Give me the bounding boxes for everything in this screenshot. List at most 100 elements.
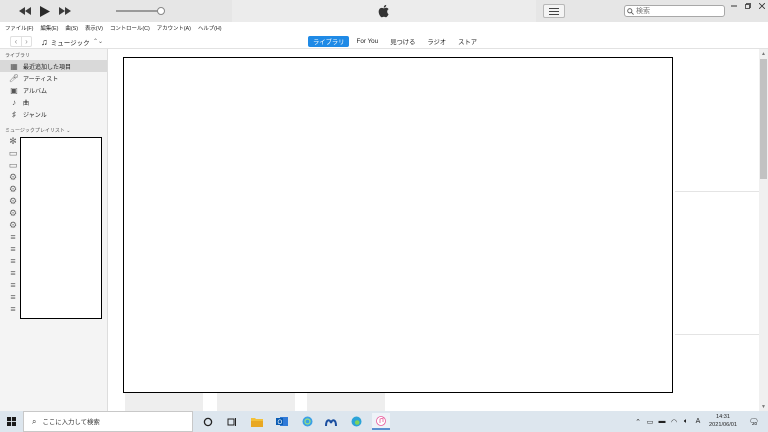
folder-icon[interactable]: ▭ [8,160,18,170]
playlist-icon[interactable]: ≡ [8,244,18,254]
album-artwork-tile[interactable] [307,391,385,411]
gear-icon[interactable]: ⚙ [8,196,18,206]
sidebar-item-label: ジャンル [23,112,47,119]
library-heading: ライブラリ [5,53,31,59]
windows-taskbar: ⌕ ここに入力して検索 O ⌃ ▭ ▬ ◠ 🔈︎ A 14:31 2021/06… [0,411,768,432]
scroll-down-icon[interactable]: ▼ [759,402,768,411]
chevron-up-icon[interactable]: ⌃ [632,411,644,432]
title-bar [0,0,768,22]
player-controls [0,0,232,22]
scrollbar-thumb[interactable] [760,59,767,179]
taskbar-search-box[interactable]: ⌕ ここに入力して検索 [23,411,193,432]
sidebar-item-genres[interactable]: ♯ ジャンル [0,108,107,120]
forward-button[interactable]: › [21,36,32,47]
file-explorer-icon[interactable] [248,413,266,430]
tab-radio[interactable]: ラジオ [422,36,451,47]
folder-icon[interactable]: ▭ [8,148,18,158]
cortana-icon[interactable] [199,413,217,430]
genre-icon: ♯ [12,109,16,119]
playlist-icon[interactable]: ≡ [8,268,18,278]
microphone-icon: 🎤︎ [8,73,20,83]
chevron-left-icon: ‹ [14,37,18,46]
app-icon[interactable] [322,413,340,430]
playlists-heading[interactable]: ミュージックプレイリスト ⌄ [5,127,71,134]
rewind-icon [19,7,31,15]
sidebar-item-recently-added[interactable]: ▦ 最近追加した項目 [0,60,107,72]
playlist-icon[interactable]: ≡ [8,232,18,242]
clock-time: 14:31 [716,414,730,420]
sidebar-item-artists[interactable]: 🎤︎ アーティスト [0,72,107,84]
minimize-button[interactable] [727,0,741,12]
section-divider [675,191,759,192]
tab-browse[interactable]: 見つける [385,36,420,47]
up-next-button[interactable] [543,4,565,18]
updown-chevron-icon: ⌃⌄ [92,39,103,45]
sidebar-item-songs[interactable]: ♪ 曲 [0,96,107,108]
ime-indicator[interactable]: A [692,411,704,432]
media-kind-select[interactable]: ♫ ミュージック ⌃⌄ [41,36,103,47]
album-artwork-tile[interactable] [125,391,203,411]
minimize-icon [731,5,737,7]
close-button[interactable] [755,0,768,12]
volume-slider-track[interactable] [116,10,160,12]
playlist-icon[interactable]: ≡ [8,304,18,314]
rewind-button[interactable] [16,3,34,19]
sidebar: ライブラリ ▦ 最近追加した項目 🎤︎ アーティスト ▣ アルバム ♪ 曲 ♯ … [0,49,108,411]
menu-help[interactable]: ヘルプ(H) [198,24,222,32]
windows-logo-icon [6,417,16,426]
taskbar-search-placeholder: ここに入力して検索 [42,419,100,426]
tab-store[interactable]: ストア [453,36,482,47]
restore-icon [745,3,751,9]
genius-icon[interactable]: ✻ [8,136,18,146]
wifi-icon[interactable]: ◠ [668,411,680,432]
maximize-button[interactable] [741,0,755,12]
volume-icon[interactable]: 🔈︎ [680,411,692,432]
skype-icon[interactable] [298,413,316,430]
playlist-icon[interactable]: ≡ [8,256,18,266]
menu-file[interactable]: ファイル(F) [5,24,33,32]
start-button[interactable] [0,411,22,432]
gear-icon[interactable]: ⚙ [8,220,18,230]
scroll-up-icon[interactable]: ▲ [759,49,768,58]
menu-account[interactable]: アカウント(A) [157,24,191,32]
sidebar-item-label: 最近追加した項目 [23,64,72,71]
music-note-icon: ♪ [12,97,16,107]
search-icon: ⌕ [32,416,37,426]
sidebar-item-label: 曲 [23,100,30,107]
close-icon [759,3,765,9]
album-artwork-tile[interactable] [217,391,295,411]
battery-icon[interactable]: ▬ [656,411,668,432]
menu-edit[interactable]: 編集(E) [40,24,58,32]
network-icon[interactable]: ▭ [644,411,656,432]
outlook-icon[interactable]: O [273,413,291,430]
gear-icon[interactable]: ⚙ [8,172,18,182]
gear-icon[interactable]: ⚙ [8,208,18,218]
chevron-down-icon: ⌄ [66,128,71,134]
tab-bar: ライブラリ For You 見つける ラジオ ストア [308,36,484,47]
playlist-icon[interactable]: ≡ [8,280,18,290]
svg-text:O: O [278,420,283,426]
itunes-icon[interactable] [372,413,390,430]
menu-song[interactable]: 曲(S) [65,24,78,32]
task-view-icon[interactable] [223,413,241,430]
back-button[interactable]: ‹ [10,36,21,47]
apple-logo-icon [378,4,389,18]
edge-browser-icon[interactable] [347,413,365,430]
taskbar-clock[interactable]: 14:31 2021/06/01 [705,413,741,430]
vertical-scrollbar[interactable]: ▲ ▼ [759,49,768,411]
main-content [109,49,759,411]
fast-forward-button[interactable] [56,3,74,19]
playlist-icon[interactable]: ≡ [8,292,18,302]
tab-for-you[interactable]: For You [351,36,383,47]
album-icon: ▣ [10,85,18,95]
volume-slider-knob[interactable] [157,7,165,15]
gear-icon[interactable]: ⚙ [8,184,18,194]
play-button[interactable] [36,3,54,19]
menu-controls[interactable]: コントロール(C) [110,24,150,32]
sidebar-item-albums[interactable]: ▣ アルバム [0,84,107,96]
tab-library[interactable]: ライブラリ [308,36,350,47]
search-box[interactable] [624,5,725,17]
search-input[interactable] [636,6,720,16]
menu-view[interactable]: 表示(V) [85,24,103,32]
search-icon [627,7,634,15]
